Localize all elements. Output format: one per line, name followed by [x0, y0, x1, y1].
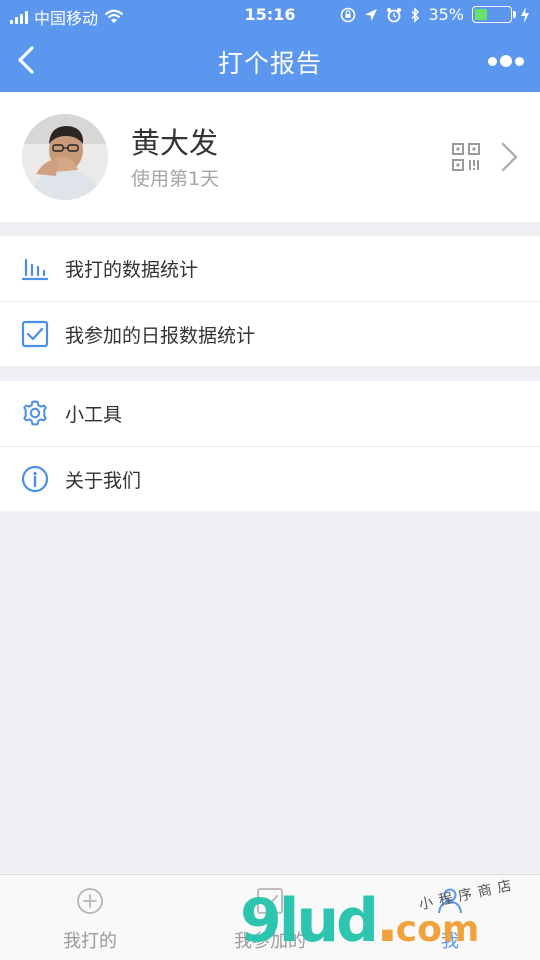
tab-label: 我参加的 [234, 931, 306, 952]
plus-circle-icon [77, 888, 103, 914]
checkbox-icon [21, 320, 49, 348]
info-icon [21, 465, 49, 493]
menu-item-label: 关于我们 [65, 470, 142, 492]
checkbox-icon [257, 888, 283, 914]
battery-percent: 35% [428, 5, 464, 24]
bluetooth-icon [411, 6, 420, 23]
alarm-icon [387, 7, 402, 22]
more-dots-icon[interactable] [484, 46, 528, 76]
nav-bar: 打个报告 [0, 30, 540, 92]
menu-item-label: 我打的数据统计 [65, 259, 199, 281]
status-bar: 中国移动 15:16 35% [0, 0, 540, 30]
battery-icon [472, 6, 516, 23]
location-icon [365, 8, 378, 21]
page-title: 打个报告 [217, 49, 322, 78]
tab-bar: 我打的 我参加的 我 [0, 874, 540, 960]
menu-item-my-stats[interactable]: 我打的数据统计 [0, 236, 540, 301]
tab-label: 我 [441, 931, 459, 952]
menu-group-stats: 我打的数据统计 我参加的日报数据统计 [0, 236, 540, 366]
menu-item-about[interactable]: 关于我们 [0, 446, 540, 511]
menu-group-misc: 小工具 关于我们 [0, 381, 540, 511]
chevron-right-icon[interactable] [500, 141, 520, 173]
menu-item-label: 小工具 [65, 404, 123, 426]
charging-icon [521, 6, 529, 23]
bar-chart-icon [21, 258, 49, 281]
tab-label: 我打的 [63, 931, 117, 952]
tab-me[interactable]: 我 [360, 875, 540, 960]
qr-code-icon[interactable] [452, 143, 480, 171]
gear-icon [23, 400, 47, 426]
menu-item-joined-stats[interactable]: 我参加的日报数据统计 [0, 301, 540, 366]
person-icon [438, 888, 462, 914]
tab-my-reports[interactable]: 我打的 [0, 875, 180, 960]
rotation-lock-icon [341, 7, 356, 22]
avatar[interactable] [22, 114, 108, 200]
status-right: 35% [340, 5, 530, 24]
menu-item-label: 我参加的日报数据统计 [65, 325, 256, 347]
tab-joined[interactable]: 我参加的 [180, 875, 360, 960]
usage-days: 使用第1天 [131, 168, 220, 190]
profile-name: 黄大发 [131, 126, 219, 160]
menu-item-tools[interactable]: 小工具 [0, 381, 540, 446]
profile-card[interactable]: 黄大发 使用第1天 [0, 92, 540, 222]
